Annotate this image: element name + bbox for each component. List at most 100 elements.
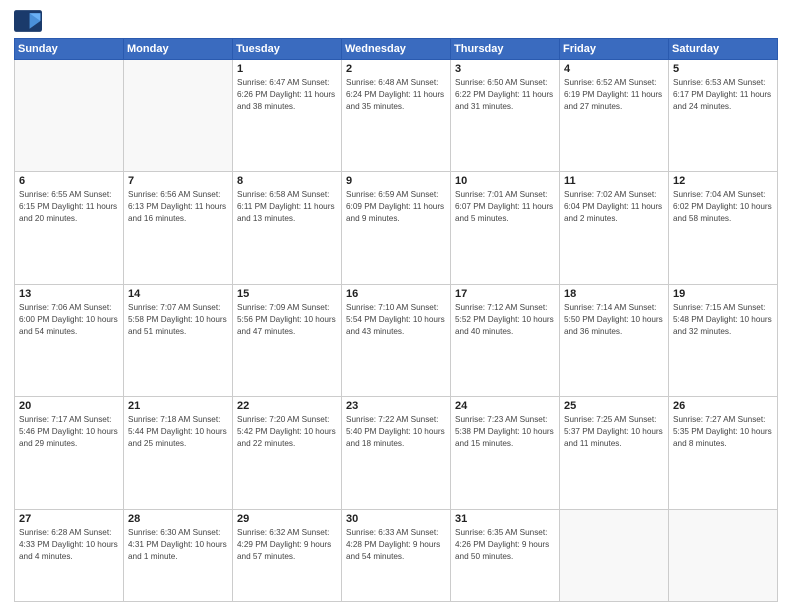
weekday-header-sunday: Sunday <box>15 39 124 60</box>
calendar-cell: 4Sunrise: 6:52 AM Sunset: 6:19 PM Daylig… <box>560 60 669 172</box>
day-detail: Sunrise: 6:50 AM Sunset: 6:22 PM Dayligh… <box>455 77 555 113</box>
day-detail: Sunrise: 7:01 AM Sunset: 6:07 PM Dayligh… <box>455 189 555 225</box>
weekday-header-friday: Friday <box>560 39 669 60</box>
day-detail: Sunrise: 6:32 AM Sunset: 4:29 PM Dayligh… <box>237 527 337 563</box>
day-number: 18 <box>564 288 664 300</box>
calendar-cell: 31 Sunrise: 6:35 AM Sunset: 4:26 PM Dayli… <box>451 509 560 601</box>
calendar-cell: 1 Sunrise: 6:47 AM Sunset: 6:26 PM Daylig… <box>233 60 342 172</box>
day-number: 11 <box>564 175 664 187</box>
calendar-week-2: 6 Sunrise: 6:55 AM Sunset: 6:15 PM Daylig… <box>15 172 778 284</box>
day-detail: Sunrise: 7:02 AM Sunset: 6:04 PM Dayligh… <box>564 189 664 225</box>
calendar-cell: 16 Sunrise: 7:10 AM Sunset: 5:54 PM Dayli… <box>342 284 451 396</box>
day-number: 17 <box>455 288 555 300</box>
day-number: 26 <box>673 400 773 412</box>
calendar-cell: 8 Sunrise: 6:58 AM Sunset: 6:11 PM Daylig… <box>233 172 342 284</box>
day-number: 1 <box>237 63 337 75</box>
day-detail: Sunrise: 7:07 AM Sunset: 5:58 PM Dayligh… <box>128 302 228 338</box>
day-number: 2 <box>346 63 446 75</box>
calendar-cell: 2Sunrise: 6:48 AM Sunset: 6:24 PM Daylig… <box>342 60 451 172</box>
day-detail: Sunrise: 6:35 AM Sunset: 4:26 PM Dayligh… <box>455 527 555 563</box>
day-number: 9 <box>346 175 446 187</box>
day-detail: Sunrise: 6:59 AM Sunset: 6:09 PM Dayligh… <box>346 189 446 225</box>
calendar-cell: 3 Sunrise: 6:50 AM Sunset: 6:22 PM Daylig… <box>451 60 560 172</box>
day-number: 13 <box>19 288 119 300</box>
day-detail: Sunrise: 7:25 AM Sunset: 5:37 PM Dayligh… <box>564 414 664 450</box>
calendar-cell: 21 Sunrise: 7:18 AM Sunset: 5:44 PM Dayli… <box>124 397 233 509</box>
day-number: 30 <box>346 513 446 525</box>
calendar-week-1: 1 Sunrise: 6:47 AM Sunset: 6:26 PM Daylig… <box>15 60 778 172</box>
weekday-header-tuesday: Tuesday <box>233 39 342 60</box>
day-detail: Sunrise: 6:52 AM Sunset: 6:19 PM Dayligh… <box>564 77 664 113</box>
weekday-header-row: SundayMondayTuesdayWednesdayThursdayFrid… <box>15 39 778 60</box>
calendar-cell <box>124 60 233 172</box>
calendar-cell: 26 Sunrise: 7:27 AM Sunset: 5:35 PM Dayli… <box>669 397 778 509</box>
weekday-header-monday: Monday <box>124 39 233 60</box>
day-number: 28 <box>128 513 228 525</box>
day-detail: Sunrise: 7:14 AM Sunset: 5:50 PM Dayligh… <box>564 302 664 338</box>
calendar-cell: 27 Sunrise: 6:28 AM Sunset: 4:33 PM Dayli… <box>15 509 124 601</box>
day-number: 3 <box>455 63 555 75</box>
day-detail: Sunrise: 6:56 AM Sunset: 6:13 PM Dayligh… <box>128 189 228 225</box>
day-number: 21 <box>128 400 228 412</box>
day-detail: Sunrise: 6:28 AM Sunset: 4:33 PM Dayligh… <box>19 527 119 563</box>
calendar-cell: 15Sunrise: 7:09 AM Sunset: 5:56 PM Dayli… <box>233 284 342 396</box>
day-detail: Sunrise: 7:15 AM Sunset: 5:48 PM Dayligh… <box>673 302 773 338</box>
calendar-cell: 6 Sunrise: 6:55 AM Sunset: 6:15 PM Daylig… <box>15 172 124 284</box>
calendar-cell: 7Sunrise: 6:56 AM Sunset: 6:13 PM Daylig… <box>124 172 233 284</box>
day-number: 12 <box>673 175 773 187</box>
day-detail: Sunrise: 6:30 AM Sunset: 4:31 PM Dayligh… <box>128 527 228 563</box>
calendar-cell: 12 Sunrise: 7:04 AM Sunset: 6:02 PM Dayli… <box>669 172 778 284</box>
calendar-week-5: 27 Sunrise: 6:28 AM Sunset: 4:33 PM Dayli… <box>15 509 778 601</box>
day-detail: Sunrise: 7:27 AM Sunset: 5:35 PM Dayligh… <box>673 414 773 450</box>
day-number: 25 <box>564 400 664 412</box>
day-detail: Sunrise: 6:55 AM Sunset: 6:15 PM Dayligh… <box>19 189 119 225</box>
day-detail: Sunrise: 6:53 AM Sunset: 6:17 PM Dayligh… <box>673 77 773 113</box>
day-detail: Sunrise: 6:47 AM Sunset: 6:26 PM Dayligh… <box>237 77 337 113</box>
day-number: 27 <box>19 513 119 525</box>
day-number: 14 <box>128 288 228 300</box>
day-detail: Sunrise: 7:18 AM Sunset: 5:44 PM Dayligh… <box>128 414 228 450</box>
day-number: 31 <box>455 513 555 525</box>
day-number: 23 <box>346 400 446 412</box>
calendar-cell: 10 Sunrise: 7:01 AM Sunset: 6:07 PM Dayli… <box>451 172 560 284</box>
calendar-cell: 19 Sunrise: 7:15 AM Sunset: 5:48 PM Dayli… <box>669 284 778 396</box>
calendar-cell: 28 Sunrise: 6:30 AM Sunset: 4:31 PM Dayli… <box>124 509 233 601</box>
day-number: 10 <box>455 175 555 187</box>
calendar-cell: 11 Sunrise: 7:02 AM Sunset: 6:04 PM Dayli… <box>560 172 669 284</box>
calendar-table: SundayMondayTuesdayWednesdayThursdayFrid… <box>14 38 778 602</box>
day-number: 8 <box>237 175 337 187</box>
day-detail: Sunrise: 7:22 AM Sunset: 5:40 PM Dayligh… <box>346 414 446 450</box>
day-number: 29 <box>237 513 337 525</box>
calendar-cell <box>560 509 669 601</box>
calendar-cell: 22Sunrise: 7:20 AM Sunset: 5:42 PM Dayli… <box>233 397 342 509</box>
day-number: 24 <box>455 400 555 412</box>
day-detail: Sunrise: 7:12 AM Sunset: 5:52 PM Dayligh… <box>455 302 555 338</box>
day-detail: Sunrise: 6:58 AM Sunset: 6:11 PM Dayligh… <box>237 189 337 225</box>
calendar-cell: 17 Sunrise: 7:12 AM Sunset: 5:52 PM Dayli… <box>451 284 560 396</box>
day-detail: Sunrise: 7:20 AM Sunset: 5:42 PM Dayligh… <box>237 414 337 450</box>
day-detail: Sunrise: 6:33 AM Sunset: 4:28 PM Dayligh… <box>346 527 446 563</box>
calendar-cell: 5 Sunrise: 6:53 AM Sunset: 6:17 PM Daylig… <box>669 60 778 172</box>
calendar-cell: 30 Sunrise: 6:33 AM Sunset: 4:28 PM Dayli… <box>342 509 451 601</box>
calendar-cell <box>15 60 124 172</box>
day-detail: Sunrise: 7:10 AM Sunset: 5:54 PM Dayligh… <box>346 302 446 338</box>
logo-icon <box>14 10 42 32</box>
calendar-cell: 25 Sunrise: 7:25 AM Sunset: 5:37 PM Dayli… <box>560 397 669 509</box>
day-number: 5 <box>673 63 773 75</box>
weekday-header-thursday: Thursday <box>451 39 560 60</box>
calendar-cell: 23 Sunrise: 7:22 AM Sunset: 5:40 PM Dayli… <box>342 397 451 509</box>
day-detail: Sunrise: 7:09 AM Sunset: 5:56 PM Dayligh… <box>237 302 337 338</box>
day-number: 16 <box>346 288 446 300</box>
day-detail: Sunrise: 7:04 AM Sunset: 6:02 PM Dayligh… <box>673 189 773 225</box>
calendar-cell: 18 Sunrise: 7:14 AM Sunset: 5:50 PM Dayli… <box>560 284 669 396</box>
calendar-week-4: 20Sunrise: 7:17 AM Sunset: 5:46 PM Dayli… <box>15 397 778 509</box>
weekday-header-saturday: Saturday <box>669 39 778 60</box>
calendar-cell: 20Sunrise: 7:17 AM Sunset: 5:46 PM Dayli… <box>15 397 124 509</box>
weekday-header-wednesday: Wednesday <box>342 39 451 60</box>
calendar-cell: 9 Sunrise: 6:59 AM Sunset: 6:09 PM Daylig… <box>342 172 451 284</box>
calendar-cell: 13Sunrise: 7:06 AM Sunset: 6:00 PM Dayli… <box>15 284 124 396</box>
header <box>14 10 778 32</box>
day-number: 6 <box>19 175 119 187</box>
calendar-cell: 14 Sunrise: 7:07 AM Sunset: 5:58 PM Dayli… <box>124 284 233 396</box>
day-number: 19 <box>673 288 773 300</box>
